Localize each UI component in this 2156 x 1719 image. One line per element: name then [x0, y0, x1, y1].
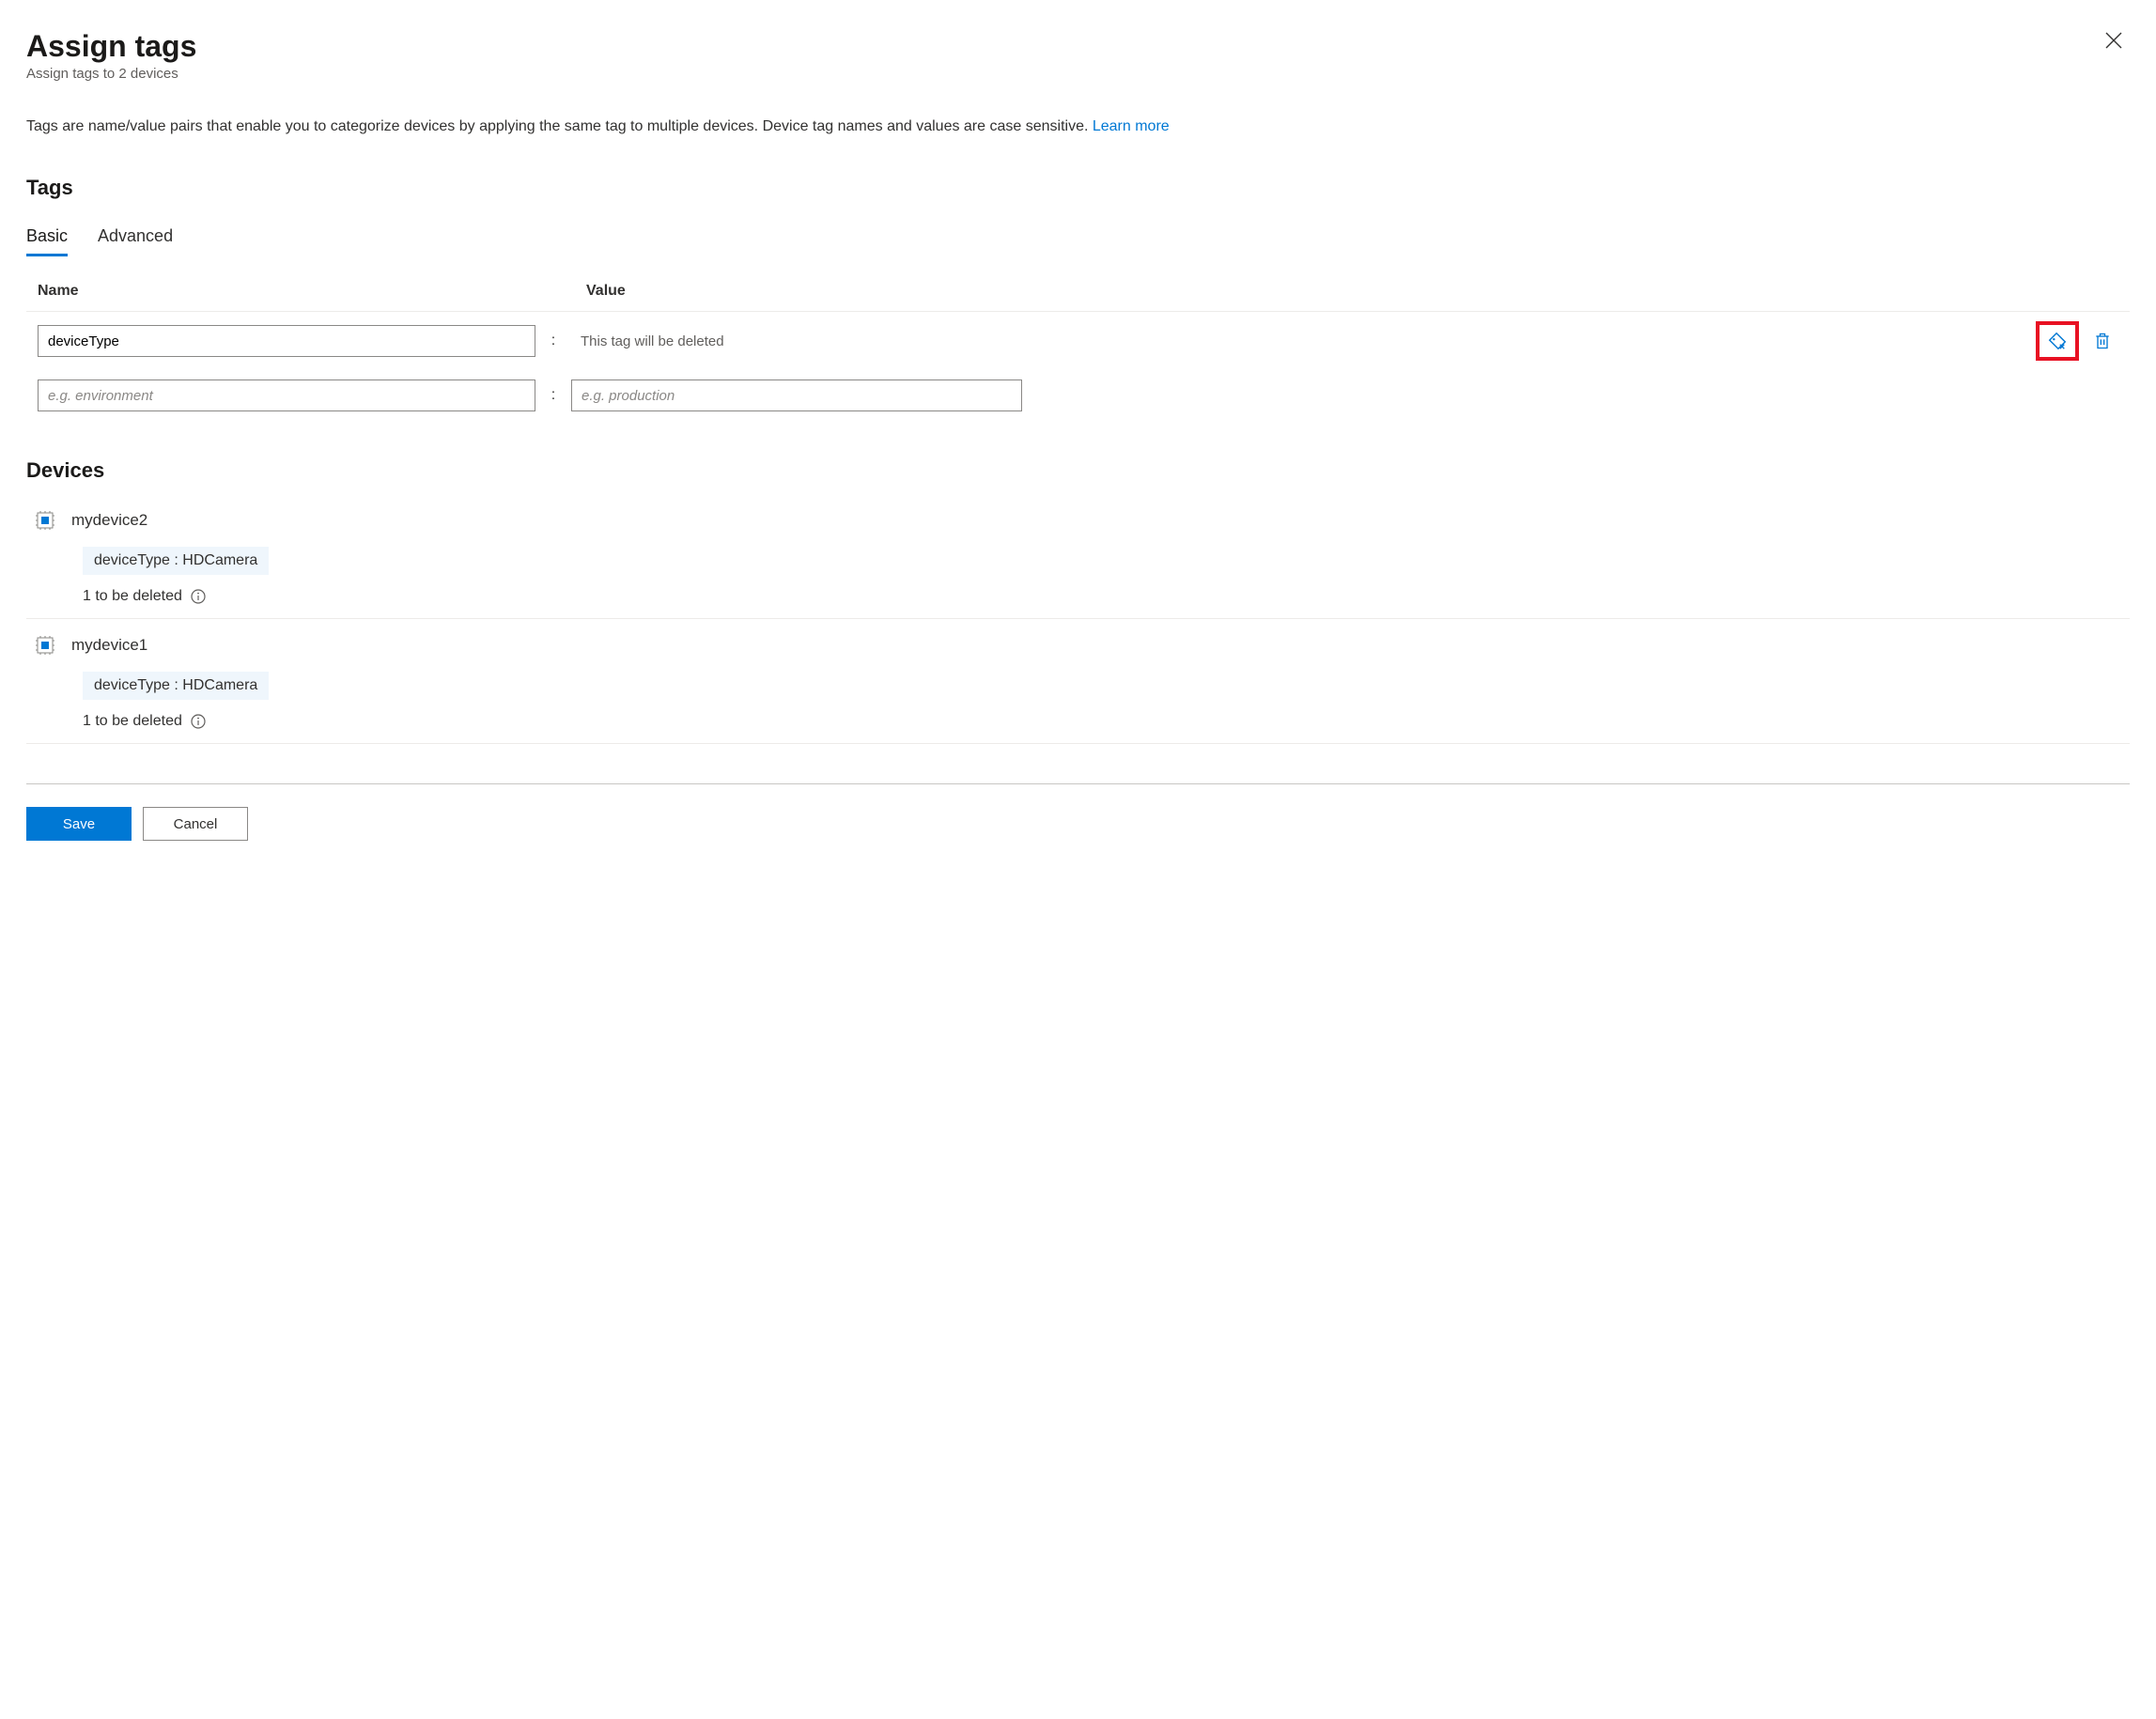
tab-advanced[interactable]: Advanced: [98, 226, 173, 256]
tag-row: : This tag will be deleted: [26, 312, 2130, 370]
info-icon[interactable]: [190, 713, 207, 730]
description-text: Tags are name/value pairs that enable yo…: [26, 116, 2130, 138]
trash-icon: [2093, 332, 2112, 350]
tab-basic[interactable]: Basic: [26, 226, 68, 256]
tabs: Basic Advanced: [26, 226, 2130, 256]
learn-more-link[interactable]: Learn more: [1093, 118, 1170, 134]
chip-icon: [32, 507, 58, 534]
tag-value-input[interactable]: [571, 379, 1022, 411]
tag-name-input[interactable]: [38, 325, 535, 357]
colon-separator: :: [535, 387, 571, 404]
colon-separator: :: [535, 333, 571, 349]
device-tag-chip: deviceType : HDCamera: [83, 672, 269, 700]
close-icon: [2105, 32, 2122, 49]
page-subtitle: Assign tags to 2 devices: [26, 66, 196, 82]
tag-name-input[interactable]: [38, 379, 535, 411]
tags-table-header: Name Value: [26, 283, 2130, 312]
cancel-button[interactable]: Cancel: [143, 807, 248, 841]
page-title: Assign tags: [26, 28, 196, 64]
undo-delete-button[interactable]: [2036, 321, 2079, 361]
save-button[interactable]: Save: [26, 807, 132, 841]
delete-tag-button[interactable]: [2086, 325, 2118, 357]
device-row: mydevice1 deviceType : HDCamera 1 to be …: [26, 619, 2130, 744]
tag-deleted-message: This tag will be deleted: [571, 333, 2036, 349]
info-icon[interactable]: [190, 588, 207, 605]
device-row: mydevice2 deviceType : HDCamera 1 to be …: [26, 494, 2130, 619]
delete-note-text: 1 to be deleted: [83, 588, 182, 605]
tag-row: :: [26, 370, 2130, 421]
footer-divider: [26, 783, 2130, 784]
device-name: mydevice1: [71, 636, 147, 655]
tags-heading: Tags: [26, 176, 2130, 200]
devices-heading: Devices: [26, 458, 2130, 483]
device-name: mydevice2: [71, 511, 147, 530]
column-name: Name: [38, 283, 551, 300]
device-tag-chip: deviceType : HDCamera: [83, 547, 269, 575]
delete-note-text: 1 to be deleted: [83, 713, 182, 730]
close-button[interactable]: [2098, 28, 2130, 53]
tag-undo-icon: [2047, 331, 2068, 351]
chip-icon: [32, 632, 58, 658]
column-value: Value: [586, 283, 2118, 300]
